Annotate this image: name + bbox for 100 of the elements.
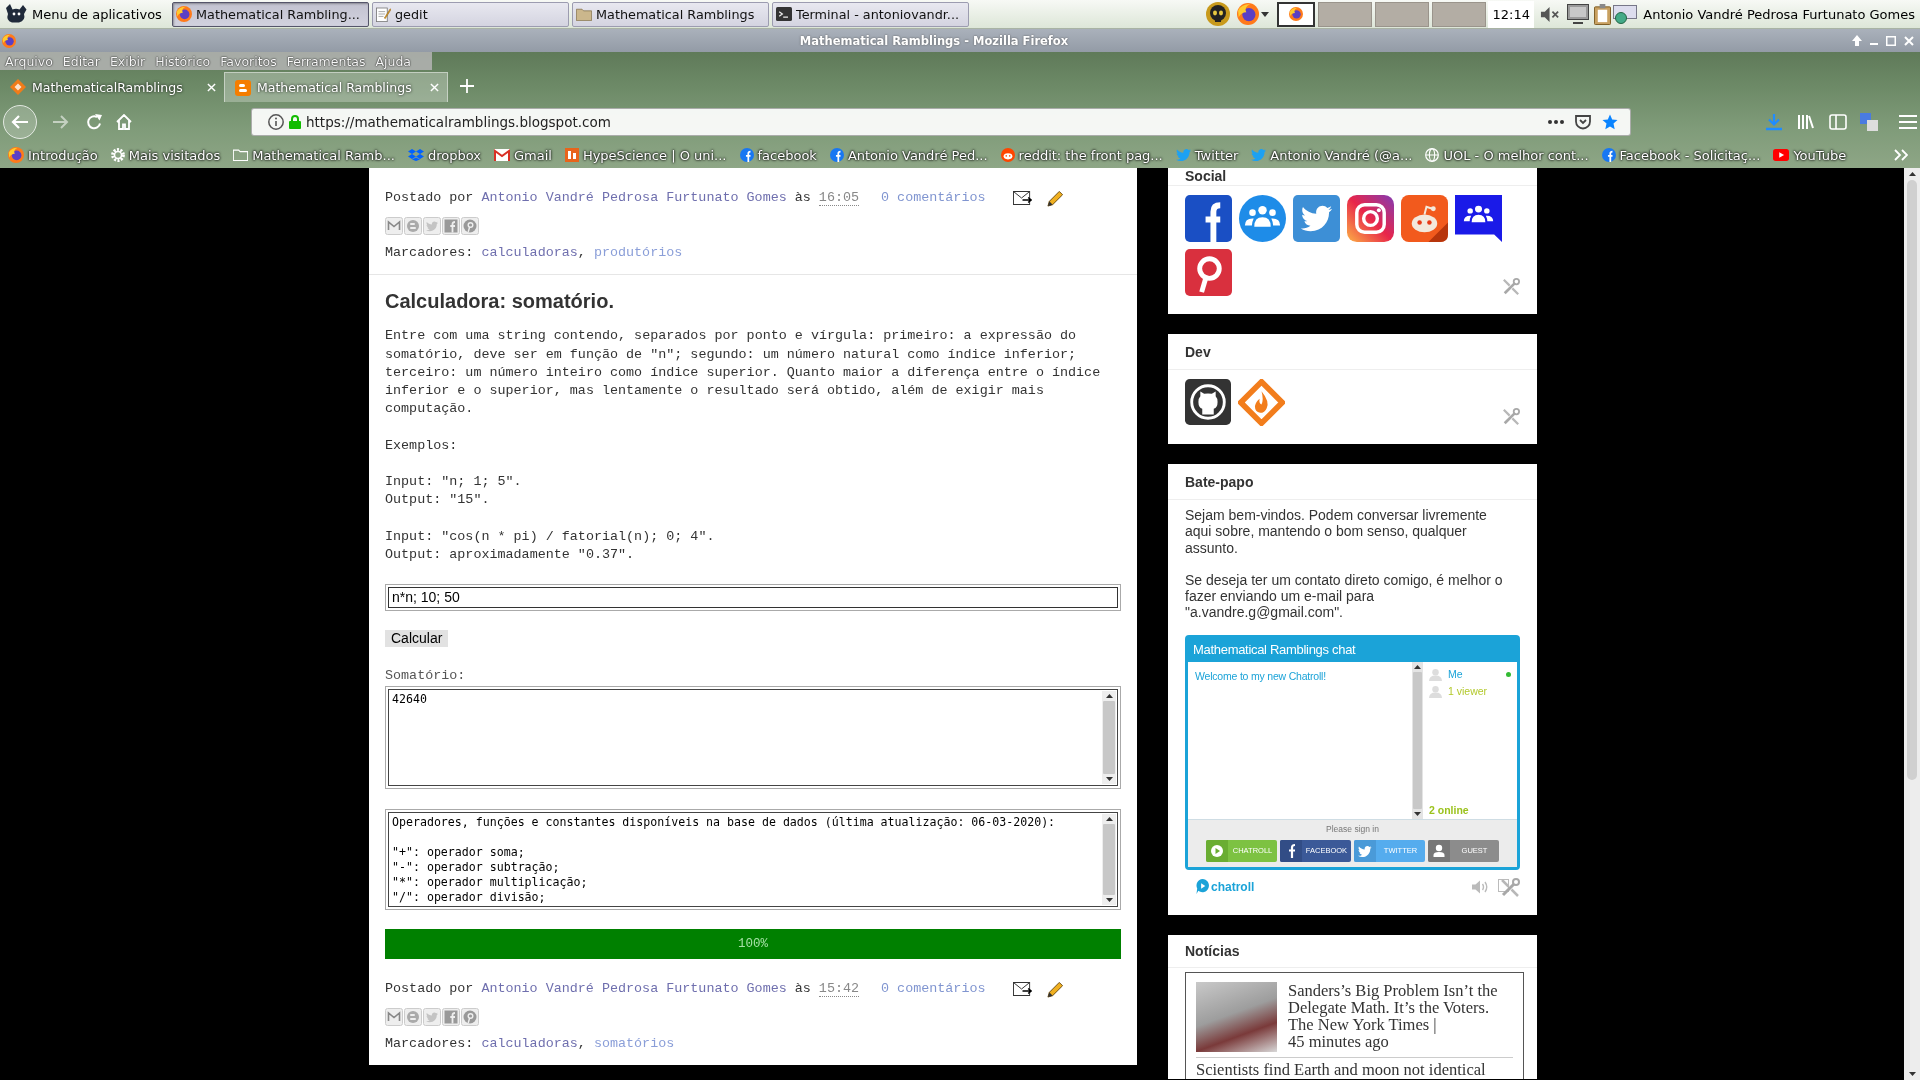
result-field[interactable]: 42640 bbox=[385, 686, 1121, 790]
scroll-up-icon[interactable] bbox=[1105, 694, 1113, 699]
minimize-icon[interactable] bbox=[1870, 42, 1878, 45]
menu-item[interactable]: Ajuda bbox=[375, 53, 412, 69]
email-post-icon[interactable] bbox=[1012, 982, 1032, 997]
share-pinterest-icon[interactable] bbox=[461, 1008, 479, 1027]
library-icon[interactable] bbox=[1797, 114, 1815, 130]
star-icon[interactable] bbox=[1602, 114, 1618, 130]
clock[interactable]: 12:14 bbox=[1488, 0, 1535, 28]
sidebar-icon[interactable] bbox=[1829, 114, 1847, 130]
taskbar-button[interactable]: gedit bbox=[372, 1, 569, 27]
scroll-down-icon[interactable] bbox=[1105, 898, 1113, 903]
camera-icon[interactable] bbox=[1347, 195, 1394, 242]
scroll-thumb[interactable] bbox=[1103, 701, 1115, 775]
scrollbar[interactable] bbox=[1412, 661, 1423, 819]
save-page-icon[interactable] bbox=[1575, 114, 1591, 130]
new-tab-icon[interactable] bbox=[460, 79, 474, 93]
share-facebook-icon[interactable] bbox=[442, 217, 460, 236]
user-name[interactable]: Me bbox=[1448, 668, 1463, 681]
scroll-down-icon[interactable] bbox=[1414, 811, 1421, 816]
author-link[interactable]: Antonio Vandré Pedrosa Furtunato Gomes bbox=[481, 189, 787, 208]
email-post-icon[interactable] bbox=[1012, 191, 1032, 206]
share-blog-icon[interactable] bbox=[404, 1008, 422, 1027]
calculate-button[interactable]: Calcular bbox=[385, 629, 449, 647]
pin-icon[interactable] bbox=[1185, 249, 1232, 296]
scroll-up-icon[interactable] bbox=[1105, 817, 1113, 822]
bookmark-link[interactable]: Antonio Vandré (@a... bbox=[1251, 147, 1413, 163]
flame-diamond-icon[interactable] bbox=[1238, 379, 1285, 426]
share-blog-icon[interactable] bbox=[404, 217, 422, 236]
bird-icon[interactable] bbox=[1293, 195, 1340, 242]
label-link[interactable]: somatórios bbox=[593, 1035, 675, 1054]
monitor-icon[interactable] bbox=[1567, 4, 1590, 24]
scrollbar[interactable] bbox=[1102, 691, 1116, 785]
bookmark-link[interactable]: Introdução bbox=[8, 147, 98, 163]
bookmark-link[interactable]: HypeScience | O uni... bbox=[564, 147, 727, 163]
keep-above-icon[interactable] bbox=[1852, 35, 1862, 46]
close-tab-icon[interactable] bbox=[430, 83, 439, 92]
bookmark-link[interactable]: dropbox bbox=[407, 147, 481, 163]
scroll-thumb[interactable] bbox=[1103, 824, 1115, 896]
tools-icon[interactable] bbox=[1502, 408, 1520, 426]
bookmark-link[interactable]: reddit: the front pag... bbox=[1000, 147, 1163, 163]
clipboard-icon[interactable] bbox=[1594, 3, 1612, 25]
menu-icon[interactable] bbox=[1899, 115, 1917, 129]
news-headline[interactable]: Sanders’s Big Problem Isn’t the Delegate Math. It’s the Voters. bbox=[1288, 981, 1513, 1016]
news-headline[interactable]: Scientists find Earth and moon not identical bbox=[1196, 1060, 1486, 1079]
people-icon[interactable] bbox=[1239, 195, 1286, 242]
workspace-cell[interactable] bbox=[1375, 1, 1430, 27]
speaker-muted-icon[interactable] bbox=[1540, 5, 1562, 23]
workspace-cell[interactable] bbox=[1277, 1, 1316, 27]
tools-icon[interactable] bbox=[1498, 876, 1520, 897]
skull-icon[interactable] bbox=[1206, 2, 1231, 26]
close-icon[interactable] bbox=[1904, 35, 1914, 46]
bookmark-link[interactable]: UOL - O melhor cont... bbox=[1425, 147, 1589, 163]
expression-field[interactable]: n*n; 10; 50 bbox=[385, 583, 1121, 611]
page-scrollbar[interactable] bbox=[1904, 168, 1920, 1080]
cat-logo-icon[interactable] bbox=[1185, 379, 1231, 425]
caret-icon[interactable] bbox=[1261, 11, 1270, 17]
alien-face-icon[interactable] bbox=[1401, 195, 1448, 242]
share-bird-icon[interactable] bbox=[423, 217, 441, 236]
browser-tab[interactable]: Mathematical Ramblings bbox=[224, 72, 448, 102]
share-mail-icon[interactable] bbox=[385, 217, 403, 236]
browser-icon[interactable] bbox=[2, 33, 16, 48]
chat-bubble-icon[interactable] bbox=[1196, 879, 1209, 895]
bookmark-link[interactable]: facebook bbox=[739, 147, 817, 163]
scroll-thumb[interactable] bbox=[1907, 180, 1917, 780]
share-mail-icon[interactable] bbox=[385, 1008, 403, 1027]
scroll-up-icon[interactable] bbox=[1908, 172, 1916, 176]
more-icon[interactable] bbox=[1548, 120, 1564, 124]
scroll-down-icon[interactable] bbox=[1105, 777, 1113, 782]
share-bird-icon[interactable] bbox=[423, 1008, 441, 1027]
taskbar-button[interactable]: Terminal - antoniovandr... bbox=[772, 1, 969, 27]
comments-link[interactable]: 0 comentários bbox=[881, 189, 986, 208]
post-time-link[interactable]: 15:42 bbox=[818, 981, 860, 998]
menu-item[interactable]: Editar bbox=[62, 53, 100, 69]
browser-icon[interactable] bbox=[1237, 3, 1260, 25]
workspace-cell[interactable] bbox=[1318, 1, 1373, 27]
forward-icon[interactable] bbox=[53, 115, 69, 129]
menu-item[interactable]: Ferramentas bbox=[286, 53, 366, 69]
bookmark-link[interactable]: Gmail bbox=[493, 147, 552, 163]
scroll-thumb[interactable] bbox=[1413, 671, 1422, 809]
scroll-up-icon[interactable] bbox=[1414, 664, 1421, 669]
network-icon[interactable] bbox=[1613, 4, 1638, 24]
translate-icon[interactable] bbox=[1860, 113, 1878, 131]
author-link[interactable]: Antonio Vandré Pedrosa Furtunato Gomes bbox=[481, 980, 787, 999]
bookmark-link[interactable]: YouTube bbox=[1773, 147, 1847, 163]
share-pinterest-icon[interactable] bbox=[461, 217, 479, 236]
bookmark-link[interactable]: Twitter bbox=[1175, 147, 1239, 163]
reference-field[interactable]: Operadores, funções e constantes disponíveis na base de dados (última atualização: 06-03-2020): "+": operador soma; "-": operador subtração; "*": operador multiplicação; "/": operador divisão; bbox=[385, 809, 1121, 911]
share-facebook-icon[interactable] bbox=[442, 1008, 460, 1027]
pencil-icon[interactable] bbox=[1046, 980, 1064, 998]
chevron-icon[interactable] bbox=[1894, 149, 1908, 161]
comments-link[interactable]: 0 comentários bbox=[881, 980, 986, 999]
pencil-icon[interactable] bbox=[1046, 189, 1064, 207]
facebook-icon[interactable] bbox=[1185, 195, 1232, 242]
user-name[interactable]: 1 viewer bbox=[1448, 685, 1488, 698]
home-icon[interactable] bbox=[116, 114, 132, 130]
scroll-down-icon[interactable] bbox=[1908, 1072, 1916, 1076]
browser-tab[interactable]: MathematicalRamblings bbox=[0, 72, 224, 102]
post-time-link[interactable]: 16:05 bbox=[818, 190, 860, 207]
group-chat-icon[interactable] bbox=[1455, 195, 1502, 242]
